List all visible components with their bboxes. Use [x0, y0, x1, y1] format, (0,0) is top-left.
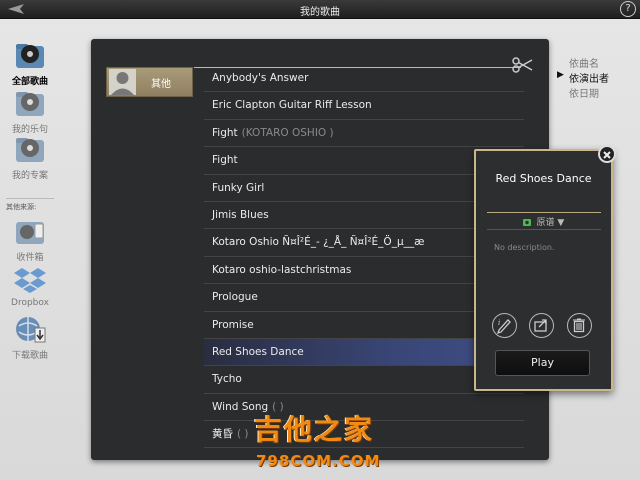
watermark-url: 798COM.COM	[256, 452, 381, 470]
song-title: Anybody's Answer	[212, 72, 309, 84]
sidebar-item-label: 我的专案	[11, 171, 48, 181]
version-icon	[522, 219, 531, 226]
title-underline	[487, 212, 601, 213]
sort-option[interactable]: 依日期	[557, 85, 637, 100]
version-label: 原谱 ▼	[536, 218, 565, 228]
popup-song-title: Red Shoes Dance	[495, 172, 592, 185]
song-title: Kotaro oshio-lastchristmas	[212, 263, 352, 276]
song-extra: (KOTARO OSHIO )	[241, 126, 334, 139]
song-row[interactable]: Anybody's Answer	[204, 65, 524, 93]
dropbox-icon	[14, 268, 46, 293]
song-title: Prologue	[212, 291, 258, 304]
sort-options: 依曲名 ▶ 依演出者依日期	[557, 55, 637, 100]
song-row[interactable]: Eric Clapton Guitar Riff Lesson	[204, 92, 524, 120]
edit-button[interactable]: i	[492, 313, 517, 338]
song-title: Eric Clapton Guitar Riff Lesson	[212, 99, 372, 112]
avatar	[109, 69, 136, 95]
sidebar-item-my-projects[interactable]: 我的专案	[0, 132, 60, 181]
cd-folder-icon	[16, 44, 44, 68]
sidebar-section-label: 其他来源:	[6, 203, 37, 211]
share-button[interactable]	[529, 313, 554, 338]
help-icon[interactable]: ?	[620, 1, 636, 17]
song-title: Promise	[212, 318, 254, 331]
sort-option[interactable]: 依曲名	[557, 55, 637, 70]
sidebar-item-label: 下载歌曲	[11, 351, 48, 361]
sort-option-label: 依日期	[569, 89, 599, 100]
song-extra: ( )	[237, 428, 249, 441]
sidebar-item-dropbox[interactable]: Dropbox	[0, 262, 60, 308]
song-title: Red Shoes Dance	[212, 345, 304, 358]
song-title: Kotaro Oshio Ñ¤Î²É_- ¿_Å_ Ñ¤Î²É_Ö_µ__æ	[212, 236, 425, 249]
version-dropdown[interactable]: 原谱 ▼	[476, 215, 611, 228]
inbox-folder-icon	[16, 222, 44, 244]
page-title: 我的歌曲	[300, 7, 340, 18]
sidebar-item-download-songs[interactable]: 下载歌曲	[0, 312, 60, 361]
song-detail-popup: Red Shoes Dance 原谱 ▼ No description. i P…	[474, 149, 613, 391]
download-icon	[16, 317, 46, 343]
song-description: No description.	[494, 243, 555, 252]
category-label: 其他	[151, 79, 171, 90]
watermark-text: 吉他之家	[254, 413, 375, 446]
sort-option-label: 依曲名	[569, 59, 599, 70]
song-title: Funky Girl	[212, 181, 265, 194]
category-item-other[interactable]: 其他	[106, 67, 193, 97]
play-button[interactable]: Play	[495, 350, 590, 376]
share-icon	[534, 319, 547, 332]
trash-icon	[573, 318, 585, 333]
cd-folder-icon	[16, 138, 44, 162]
sidebar-item-inbox[interactable]: 收件箱	[0, 214, 60, 263]
sidebar-item-all-songs[interactable]: 全部歌曲	[0, 38, 60, 87]
song-title: 黄昏	[212, 428, 233, 441]
sort-option[interactable]: ▶ 依演出者	[557, 70, 637, 85]
song-title: Tycho	[212, 373, 242, 386]
sidebar: 全部歌曲 我的乐句 我的专案 其他来源: 收件箱 Dropbox 下载歌曲	[0, 26, 60, 480]
popup-actions: i	[492, 313, 596, 339]
song-title: Jimis Blues	[212, 208, 269, 221]
active-arrow-icon: ▶	[557, 70, 564, 80]
song-title: Fight	[212, 126, 238, 139]
sidebar-item-my-phrases[interactable]: 我的乐句	[0, 86, 60, 135]
version-divider	[487, 229, 601, 230]
sidebar-divider	[6, 198, 54, 199]
song-title: Fight	[212, 154, 238, 167]
svg-text:i: i	[498, 319, 500, 327]
delete-button[interactable]	[567, 313, 592, 338]
song-row[interactable]: Fight (KOTARO OSHIO )	[204, 120, 524, 148]
top-bar: 我的歌曲 ?	[0, 0, 640, 19]
person-silhouette-icon	[111, 72, 134, 95]
close-icon	[603, 151, 611, 159]
close-popup-button[interactable]	[598, 145, 616, 163]
sort-option-label: 依演出者	[569, 74, 609, 85]
edit-pencil-icon: i	[496, 319, 511, 335]
sidebar-item-label: Dropbox	[11, 298, 49, 308]
cd-folder-icon	[16, 92, 44, 116]
